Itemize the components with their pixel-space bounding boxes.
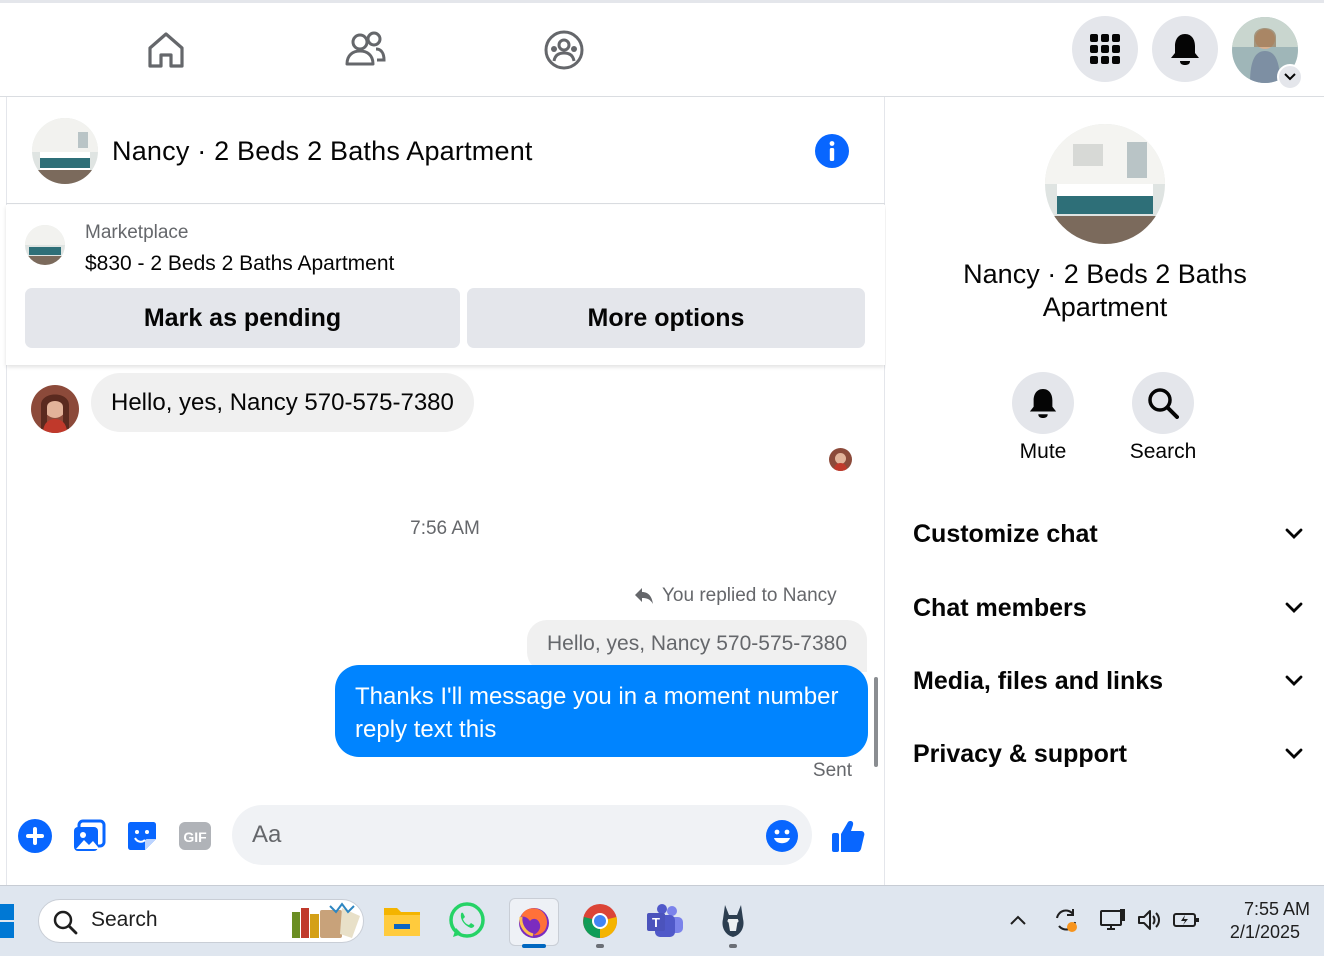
- windows-start-icon[interactable]: [0, 902, 16, 940]
- file-explorer-icon[interactable]: [378, 898, 426, 944]
- privacy-support-row[interactable]: Privacy & support: [913, 729, 1303, 779]
- reply-indicator: You replied to Nancy: [634, 585, 837, 607]
- chevron-down-icon: [1285, 748, 1303, 759]
- teams-icon[interactable]: T: [641, 898, 689, 944]
- taskbar-clock-date[interactable]: 2/1/2025: [1200, 922, 1300, 943]
- more-options-button[interactable]: More options: [467, 288, 865, 348]
- reply-label: You replied to Nancy: [662, 585, 837, 606]
- marketplace-label: Marketplace: [85, 222, 189, 243]
- info-icon[interactable]: [815, 134, 849, 168]
- search-label: Search: [1129, 440, 1197, 463]
- conversation-avatar-large[interactable]: [1045, 124, 1165, 244]
- bell-icon[interactable]: [1152, 16, 1218, 82]
- battery-charging-icon[interactable]: [1172, 906, 1200, 934]
- chat-members-row[interactable]: Chat members: [913, 583, 1303, 633]
- running-app-indicator: [729, 944, 737, 948]
- svg-text:T: T: [652, 915, 660, 930]
- message-timestamp: 7:56 AM: [410, 518, 480, 539]
- media-files-links-row[interactable]: Media, files and links: [913, 656, 1303, 706]
- section-label: Media, files and links: [913, 666, 1164, 695]
- read-receipt-avatar: [829, 448, 852, 471]
- listing-thumbnail[interactable]: [25, 225, 65, 265]
- sticker-icon[interactable]: [122, 816, 162, 856]
- chevron-down-icon: [1285, 675, 1303, 686]
- home-icon[interactable]: [144, 28, 188, 72]
- sync-icon[interactable]: [1052, 906, 1080, 934]
- search-icon: [1148, 388, 1179, 419]
- friends-icon[interactable]: [343, 28, 387, 72]
- search-icon: [52, 909, 78, 940]
- search-highlight-books-icon: [290, 902, 362, 940]
- groups-icon[interactable]: [542, 28, 586, 72]
- volume-icon[interactable]: [1135, 906, 1163, 934]
- emoji-icon[interactable]: [762, 816, 802, 856]
- app-mascot-icon[interactable]: [709, 898, 757, 944]
- mute-button[interactable]: [1012, 372, 1074, 434]
- section-label: Chat members: [913, 593, 1087, 622]
- chat-avatar[interactable]: [32, 118, 98, 184]
- taskbar-clock-time[interactable]: 7:55 AM: [1210, 899, 1310, 920]
- mark-as-pending-button[interactable]: Mark as pending: [25, 288, 460, 348]
- outgoing-message-bubble[interactable]: Thanks I'll message you in a moment numb…: [335, 665, 868, 757]
- search-button[interactable]: [1132, 372, 1194, 434]
- network-icon[interactable]: [1099, 906, 1127, 934]
- chat-title: Nancy · 2 Beds 2 Baths Apartment: [112, 136, 533, 166]
- sender-avatar[interactable]: [31, 385, 79, 433]
- menu-grid-icon[interactable]: [1072, 16, 1138, 82]
- add-attachment-icon[interactable]: [15, 816, 55, 856]
- incoming-message-bubble[interactable]: Hello, yes, Nancy 570-575-7380: [91, 373, 474, 432]
- firefox-icon[interactable]: [509, 898, 559, 946]
- chevron-down-icon: [1285, 528, 1303, 539]
- reply-arrow-icon: [635, 588, 653, 604]
- show-hidden-icons-chevron-up-icon[interactable]: [1004, 906, 1032, 934]
- chat-scrollbar[interactable]: [874, 677, 878, 767]
- bell-icon: [1029, 388, 1057, 418]
- mute-label: Mute: [1019, 440, 1067, 463]
- gif-icon[interactable]: GIF: [175, 816, 215, 856]
- listing-title[interactable]: $830 - 2 Beds 2 Baths Apartment: [85, 252, 394, 276]
- chrome-icon[interactable]: [576, 898, 624, 944]
- section-label: Privacy & support: [913, 739, 1127, 768]
- customize-chat-row[interactable]: Customize chat: [913, 509, 1303, 559]
- message-input[interactable]: [232, 805, 812, 865]
- taskbar-search-placeholder: Search: [91, 908, 158, 931]
- photo-icon[interactable]: [69, 816, 109, 856]
- conversation-title: Nancy · 2 Beds 2 Baths Apartment: [963, 259, 1247, 322]
- whatsapp-icon[interactable]: [443, 898, 491, 944]
- thumbs-up-icon[interactable]: [828, 816, 868, 856]
- message-status: Sent: [812, 760, 852, 781]
- active-app-indicator: [522, 944, 546, 948]
- svg-text:GIF: GIF: [183, 829, 207, 845]
- section-label: Customize chat: [913, 519, 1098, 548]
- account-chevron-down-icon[interactable]: [1277, 64, 1303, 90]
- chevron-down-icon: [1285, 602, 1303, 613]
- running-app-indicator: [596, 944, 604, 948]
